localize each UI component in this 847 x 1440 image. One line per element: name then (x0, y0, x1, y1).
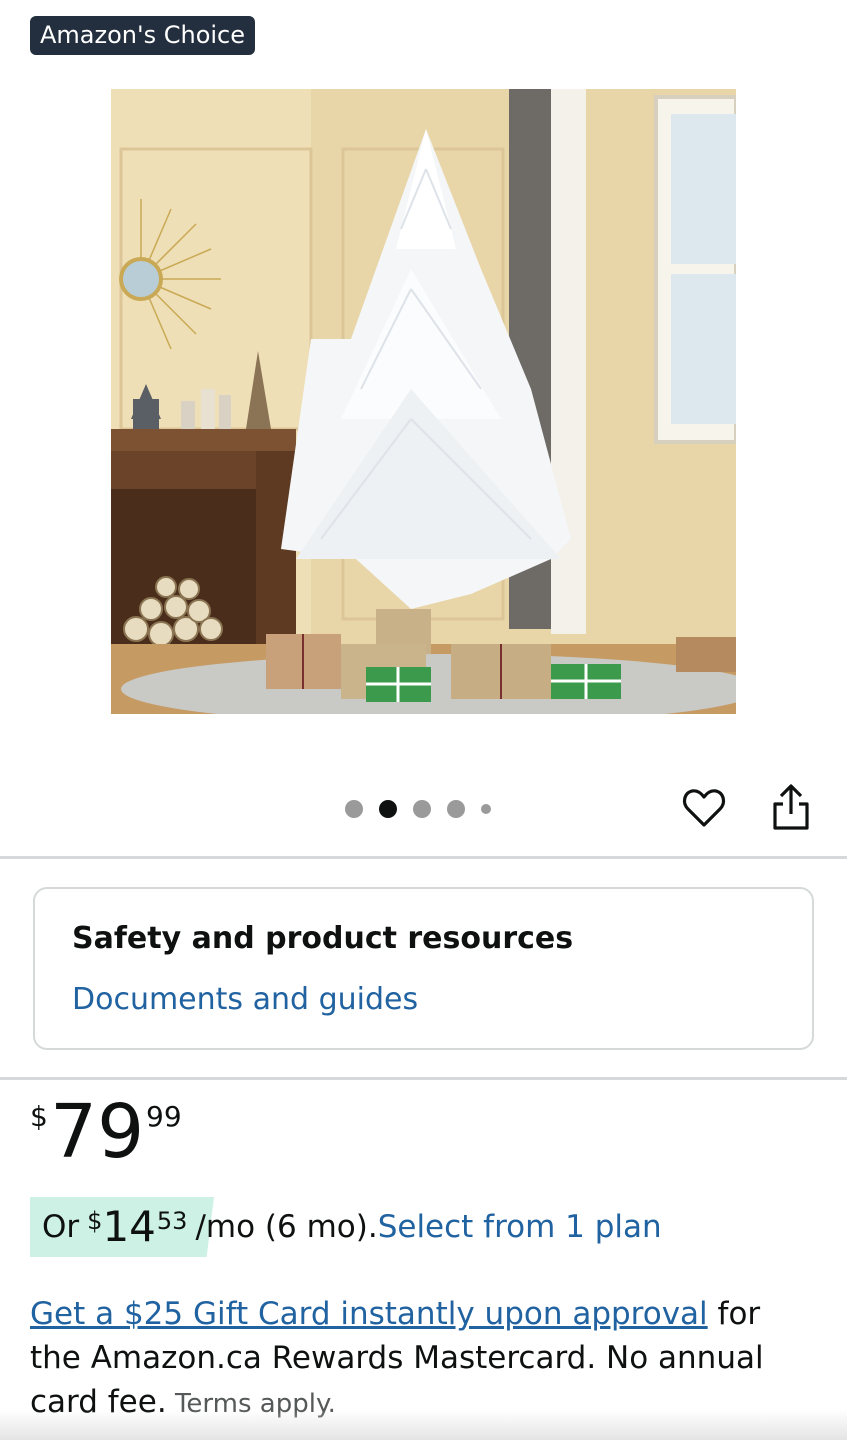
gift-card-promo-link[interactable]: Get a $25 Gift Card instantly upon appro… (30, 1296, 708, 1332)
installment-period: /mo (6 mo). (195, 1209, 378, 1245)
installment-whole: 14 (102, 1202, 156, 1251)
carousel-dot[interactable] (345, 800, 363, 818)
installment-fraction: 53 (156, 1207, 188, 1235)
price-fraction: 99 (146, 1100, 182, 1133)
credit-card-promo: Get a $25 Gift Card instantly upon appro… (30, 1292, 820, 1426)
carousel-dot[interactable] (413, 800, 431, 818)
section-divider (0, 856, 847, 859)
price-whole: 79 (50, 1089, 145, 1175)
safety-resources-card: Safety and product resources Documents a… (33, 887, 814, 1050)
carousel-dot[interactable] (481, 804, 491, 814)
documents-and-guides-link[interactable]: Documents and guides (72, 982, 418, 1017)
amazons-choice-badge: Amazon's Choice (30, 16, 256, 55)
price-currency: $ (30, 1100, 48, 1133)
share-button[interactable] (768, 782, 814, 834)
installment-currency: $ (87, 1207, 103, 1235)
section-divider (0, 1077, 847, 1080)
add-to-wishlist-button[interactable] (680, 784, 728, 832)
carousel-dot-active[interactable] (379, 800, 397, 818)
image-carousel-dots[interactable] (345, 798, 507, 820)
heart-icon (682, 789, 726, 827)
share-icon (773, 784, 809, 830)
carousel-dot[interactable] (447, 800, 465, 818)
product-image[interactable] (111, 89, 736, 714)
bottom-fade (0, 1410, 847, 1440)
select-plan-link[interactable]: Select from 1 plan (378, 1207, 662, 1247)
resources-title: Safety and product resources (72, 921, 574, 956)
installment-prefix: Or (42, 1209, 80, 1245)
